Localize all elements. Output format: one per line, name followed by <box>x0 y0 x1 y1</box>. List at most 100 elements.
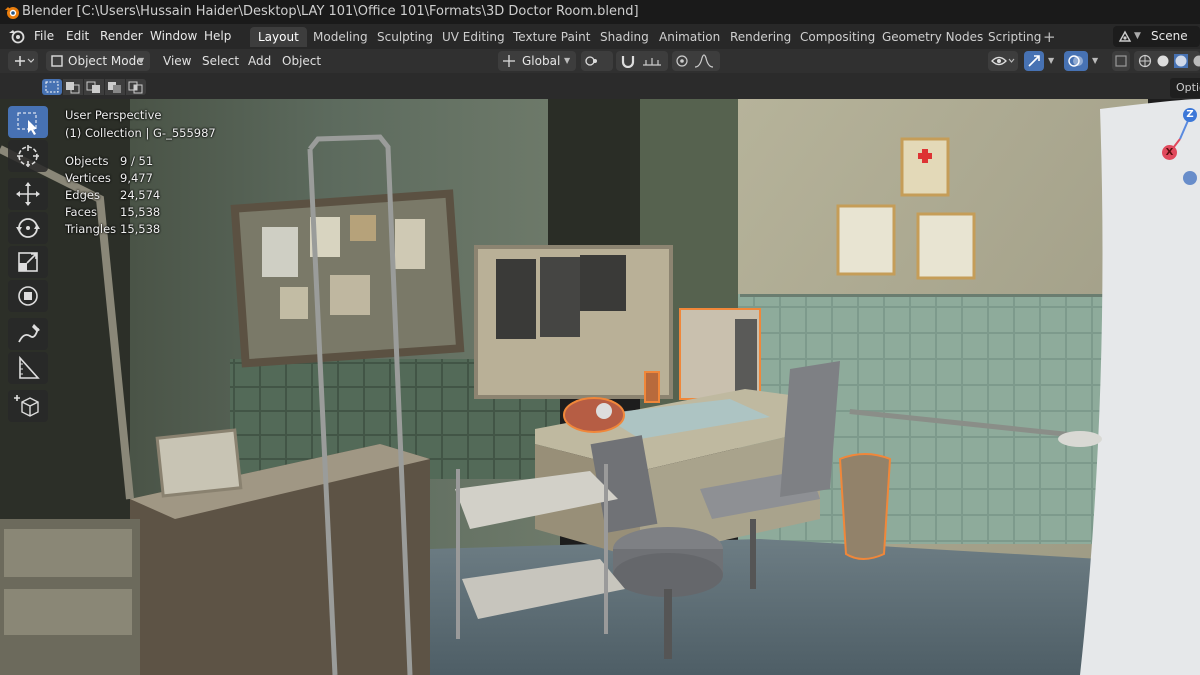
orientation-dropdown[interactable]: Global ▼ <box>498 51 576 71</box>
options-button[interactable]: Optio <box>1170 78 1200 98</box>
falloff-curve-icon <box>694 54 714 68</box>
proportional-icon <box>676 55 688 67</box>
tab-rendering[interactable]: Rendering <box>722 27 799 47</box>
stat-label: Objects <box>65 154 109 168</box>
rotate-icon <box>16 218 40 238</box>
shading-buttons[interactable] <box>1134 51 1200 71</box>
editor-type-button[interactable] <box>8 51 38 71</box>
xray-icon <box>1115 55 1127 67</box>
transform-orientation-icon <box>503 55 515 67</box>
cursor-tool[interactable] <box>8 140 48 172</box>
rendered-shading-icon[interactable] <box>1192 54 1200 68</box>
menu-window[interactable]: Window <box>150 24 197 49</box>
tab-shading[interactable]: Shading <box>592 27 657 47</box>
rotate-tool[interactable] <box>8 212 48 244</box>
tab-compositing[interactable]: Compositing <box>792 27 883 47</box>
proportional-editing[interactable] <box>672 51 720 71</box>
select-invert-button[interactable] <box>105 79 125 95</box>
xray-toggle[interactable] <box>1112 51 1130 71</box>
tab-sculpting[interactable]: Sculpting <box>369 27 441 47</box>
select-intersect-icon <box>128 81 143 94</box>
transform-tool[interactable] <box>8 280 48 312</box>
add-workspace-button[interactable]: + <box>1043 27 1056 47</box>
chevron-down-icon: ▼ <box>138 56 145 65</box>
visibility-dropdown[interactable] <box>988 51 1018 71</box>
gizmo-z-axis[interactable]: Z <box>1183 108 1197 122</box>
snap-magnet-icon <box>621 56 635 68</box>
object-mode-icon <box>51 55 63 67</box>
mode-dropdown[interactable]: Object Mode ▼ <box>46 51 150 71</box>
blender-logo-icon <box>5 7 19 19</box>
title-bar: Blender [C:\Users\Hussain Haider\Desktop… <box>0 0 1200 24</box>
wireframe-shading-icon[interactable] <box>1138 54 1152 68</box>
blender-menu-icon[interactable] <box>8 28 26 44</box>
measure-icon <box>19 355 40 379</box>
transform-icon <box>18 286 38 306</box>
add-cube-tool[interactable] <box>8 390 48 422</box>
measure-tool[interactable] <box>8 352 48 384</box>
tool-settings-bar <box>0 73 1200 99</box>
move-icon <box>16 182 40 206</box>
stat-label: Vertices <box>65 171 111 185</box>
select-subtract-icon <box>86 81 100 93</box>
gizmo-x-axis[interactable]: X <box>1162 145 1177 160</box>
overlays-icon <box>1068 55 1083 67</box>
pivot-icon <box>585 56 597 66</box>
menu-object[interactable]: Object <box>282 51 321 71</box>
scale-tool[interactable] <box>8 246 48 278</box>
mode-label: Object Mode <box>68 54 144 68</box>
tab-layout[interactable]: Layout <box>250 27 307 47</box>
cursor-icon <box>17 145 39 167</box>
tab-scripting[interactable]: Scripting <box>980 27 1049 47</box>
select-subtract-button[interactable] <box>84 79 104 95</box>
tab-animation[interactable]: Animation <box>651 27 728 47</box>
scene-render[interactable] <box>0 99 1200 675</box>
select-box-tool[interactable] <box>8 106 48 138</box>
stat-label: Triangles <box>65 222 117 236</box>
stat-value: 24,574 <box>120 188 161 202</box>
tab-geometry-nodes[interactable]: Geometry Nodes <box>874 27 991 47</box>
phone <box>563 397 625 433</box>
tab-modeling[interactable]: Modeling <box>305 27 376 47</box>
chevron-down-icon[interactable]: ▼ <box>1048 51 1054 71</box>
menu-add[interactable]: Add <box>248 51 271 71</box>
menu-select[interactable]: Select <box>202 51 239 71</box>
select-extend-button[interactable] <box>63 79 83 95</box>
add-cube-icon <box>14 395 39 417</box>
overlays-toggle[interactable] <box>1064 51 1088 71</box>
material-shading-icon[interactable] <box>1174 54 1188 68</box>
select-invert-icon <box>108 82 121 93</box>
tab-uv-editing[interactable]: UV Editing <box>434 27 513 47</box>
orientation-label: Global <box>522 54 561 68</box>
menu-help[interactable]: Help <box>204 24 231 49</box>
move-tool[interactable] <box>8 178 48 210</box>
select-box-icon <box>17 112 37 135</box>
annotate-icon <box>18 324 40 343</box>
chevron-down-icon[interactable]: ▼ <box>1092 51 1098 71</box>
menu-view[interactable]: View <box>163 51 191 71</box>
top-menu-bar: File Edit Render Window Help Layout Mode… <box>0 24 1200 49</box>
annotate-tool[interactable] <box>8 318 48 350</box>
3d-viewport[interactable]: Z X <box>0 99 1200 675</box>
scale-icon <box>18 252 38 272</box>
stat-value: 9 / 51 <box>120 154 154 168</box>
menu-render[interactable]: Render <box>100 24 143 49</box>
eye-icon <box>991 56 1015 66</box>
pivot-dropdown[interactable] <box>581 51 613 71</box>
viewport-header: Object Mode ▼ View Select Add Object Glo… <box>0 49 1200 73</box>
select-new-button[interactable] <box>42 79 62 95</box>
snap-increment-icon <box>643 58 661 66</box>
menu-file[interactable]: File <box>34 24 54 49</box>
scene-icon <box>1118 30 1132 42</box>
snap-dropdown[interactable] <box>616 51 668 71</box>
select-intersect-button[interactable] <box>126 79 146 95</box>
gizmo-arrow-icon <box>1028 55 1040 67</box>
select-new-icon <box>45 81 59 93</box>
gizmo-toggle[interactable] <box>1024 51 1044 71</box>
stat-value: 15,538 <box>120 222 161 236</box>
menu-edit[interactable]: Edit <box>66 24 89 49</box>
tab-texture-paint[interactable]: Texture Paint <box>505 27 598 47</box>
chevron-down-icon: ▼ <box>564 56 571 65</box>
solid-shading-icon[interactable] <box>1156 54 1170 68</box>
scene-selector[interactable]: ▼ Scene <box>1113 26 1200 47</box>
